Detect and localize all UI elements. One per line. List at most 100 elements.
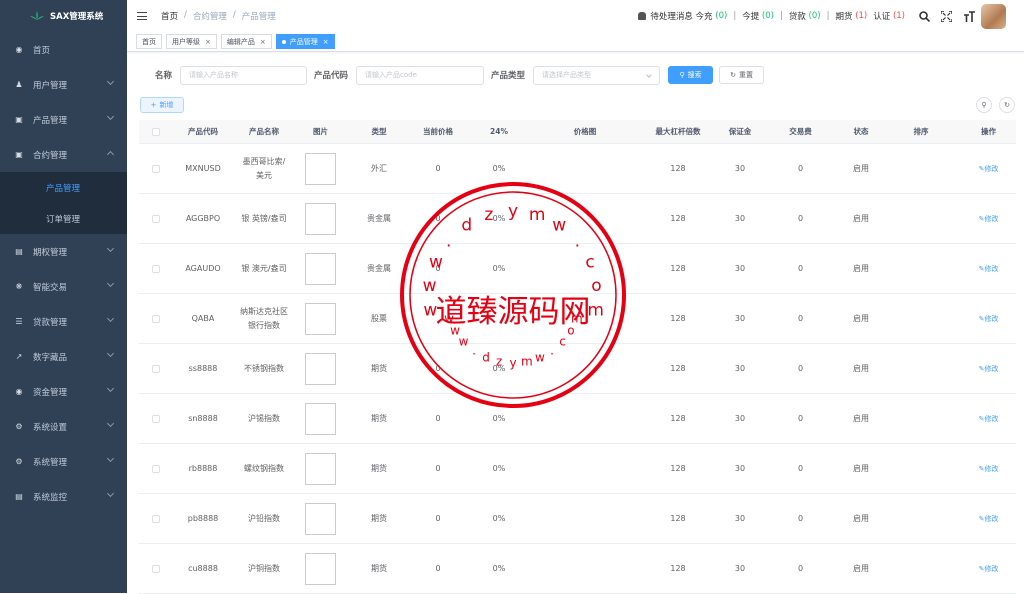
futures-count[interactable]: (1) (855, 11, 867, 21)
product-code: AGAUDO (185, 264, 221, 273)
table-cell: ✎修改 (961, 564, 1016, 574)
sidebar-item-system-management[interactable]: ⚙ 系统管理 (0, 444, 127, 479)
max-leverage: 128 (670, 314, 686, 323)
edit-label: 修改 (984, 514, 999, 523)
search-button[interactable]: ⚲ 搜索 (668, 66, 714, 84)
close-icon[interactable]: × (260, 38, 266, 46)
tag-label: 用户等级 (172, 37, 200, 46)
sidebar-item-system-monitor[interactable]: ▤ 系统监控 (0, 479, 127, 514)
withdraw-count[interactable]: (0) (762, 11, 774, 21)
edit-button[interactable]: ✎修改 (979, 215, 999, 223)
chevron-down-icon (646, 71, 652, 78)
status: 启用 (853, 564, 869, 573)
code-input[interactable]: 请输入产品code (356, 65, 485, 85)
tag-home[interactable]: 首页 (136, 34, 162, 49)
row-checkbox[interactable] (152, 264, 160, 273)
table-cell (139, 314, 173, 323)
close-icon[interactable]: × (323, 38, 329, 46)
sidebar-item-contracts[interactable]: ▣ 合约管理 (0, 137, 127, 172)
dashboard-icon: ◉ (15, 45, 23, 54)
sidebar-item-funds[interactable]: ◉ 资金管理 (0, 374, 127, 409)
sidebar-subitem-product-management[interactable]: 产品管理 (0, 172, 127, 203)
edit-label: 修改 (984, 564, 999, 573)
font-size-icon[interactable] (963, 10, 975, 22)
sidebar-item-options[interactable]: ▤ 期权管理 (0, 234, 127, 269)
table-cell: 0 (760, 564, 841, 573)
sidebar-item-label: 资金管理 (33, 387, 68, 398)
type-select[interactable]: 请选择产品类型 (533, 65, 661, 85)
table-cell: 0 (412, 464, 464, 473)
recharge-count[interactable]: (0) (715, 11, 727, 21)
edit-button[interactable]: ✎修改 (979, 515, 999, 523)
table-cell: 启用 (841, 463, 881, 474)
product-code: ss8888 (188, 364, 218, 373)
app-logo[interactable]: SAX管理系统 (0, 0, 127, 32)
edit-button[interactable]: ✎修改 (979, 465, 999, 473)
auth-count[interactable]: (1) (893, 11, 905, 21)
row-checkbox[interactable] (152, 464, 160, 473)
sidebar-item-loans[interactable]: ☰ 贷款管理 (0, 304, 127, 339)
margin: 30 (734, 214, 746, 223)
logo-leaf-icon (30, 11, 44, 20)
user-icon: ♟ (15, 80, 23, 89)
avatar[interactable] (981, 3, 1006, 29)
chevron-down-icon (106, 349, 115, 358)
hamburger-icon[interactable] (137, 12, 147, 20)
sidebar-item-digital-collectibles[interactable]: ↗ 数字藏品 (0, 339, 127, 374)
row-checkbox[interactable] (152, 364, 160, 373)
sidebar-item-products[interactable]: ▣ 产品管理 (0, 102, 127, 137)
change-percent: 0% (492, 264, 506, 273)
current-price: 0 (435, 514, 441, 523)
trading-fee: 0 (797, 364, 804, 373)
tag-edit-product[interactable]: 编辑产品 × (220, 34, 272, 49)
select-all-checkbox[interactable] (152, 127, 160, 136)
current-price: 0 (435, 564, 441, 573)
name-input[interactable]: 请输入产品名称 (180, 65, 308, 85)
sidebar-item-users[interactable]: ♟ 用户管理 (0, 67, 127, 102)
max-leverage: 128 (670, 564, 686, 573)
edit-button[interactable]: ✎修改 (979, 265, 999, 273)
table-cell: 30 (720, 464, 760, 473)
row-checkbox[interactable] (152, 164, 160, 173)
reset-button[interactable]: ↻ 重置 (719, 66, 765, 84)
fullscreen-icon[interactable] (941, 10, 952, 22)
product-image (305, 352, 336, 385)
row-checkbox[interactable] (152, 214, 160, 223)
breadcrumb-home[interactable]: 首页 (161, 10, 178, 22)
row-checkbox[interactable] (152, 314, 160, 323)
product-image (305, 552, 336, 585)
edit-button[interactable]: ✎修改 (979, 365, 999, 373)
edit-button[interactable]: ✎修改 (979, 315, 999, 323)
sidebar-item-home[interactable]: ◉ 首页 (0, 32, 127, 67)
navbar: 首页 / 合约管理 / 产品管理 待处理消息 今充 (0) | 今提 (0) |… (127, 0, 1024, 32)
row-checkbox[interactable] (152, 414, 160, 423)
table-cell: 0 (760, 314, 841, 323)
add-button[interactable]: + 新增 (140, 97, 184, 113)
table-cell (295, 552, 346, 585)
edit-button[interactable]: ✎修改 (979, 565, 999, 573)
money-icon: ◉ (15, 387, 23, 396)
search-icon[interactable] (919, 10, 930, 22)
edit-label: 修改 (984, 314, 999, 323)
tag-product-management[interactable]: 产品管理 × (275, 34, 335, 49)
tag-user-level[interactable]: 用户等级 × (166, 34, 217, 49)
sidebar-subitem-order-management[interactable]: 订单管理 (0, 203, 127, 234)
refresh-button[interactable]: ↻ (999, 97, 1015, 113)
table-cell: 128 (636, 264, 720, 273)
add-button-label: 新增 (159, 101, 174, 109)
row-checkbox[interactable] (152, 564, 160, 573)
table-row: AGAUDO 银 澳元/盎司 贵金属 0 0% 128 30 0 启用 ✎修改 (139, 244, 1016, 294)
loan-count[interactable]: (0) (809, 11, 821, 21)
edit-button[interactable]: ✎修改 (979, 415, 999, 423)
sidebar-item-smart-trading[interactable]: ❋ 智能交易 (0, 269, 127, 304)
row-checkbox[interactable] (152, 514, 160, 523)
edit-button[interactable]: ✎修改 (979, 165, 999, 173)
toggle-search-button[interactable]: ⚲ (976, 97, 992, 113)
sidebar-item-label: 智能交易 (33, 282, 68, 293)
table-cell: 启用 (841, 563, 881, 574)
table-row: pb8888 沪铅指数 期货 0 0% 128 30 0 启用 ✎修改 (139, 494, 1016, 544)
table-cell: 沪铜指数 (233, 562, 295, 576)
sidebar-item-label: 系统设置 (33, 422, 68, 433)
close-icon[interactable]: × (205, 38, 211, 46)
sidebar-item-system-settings[interactable]: ⚙ 系统设置 (0, 409, 127, 444)
